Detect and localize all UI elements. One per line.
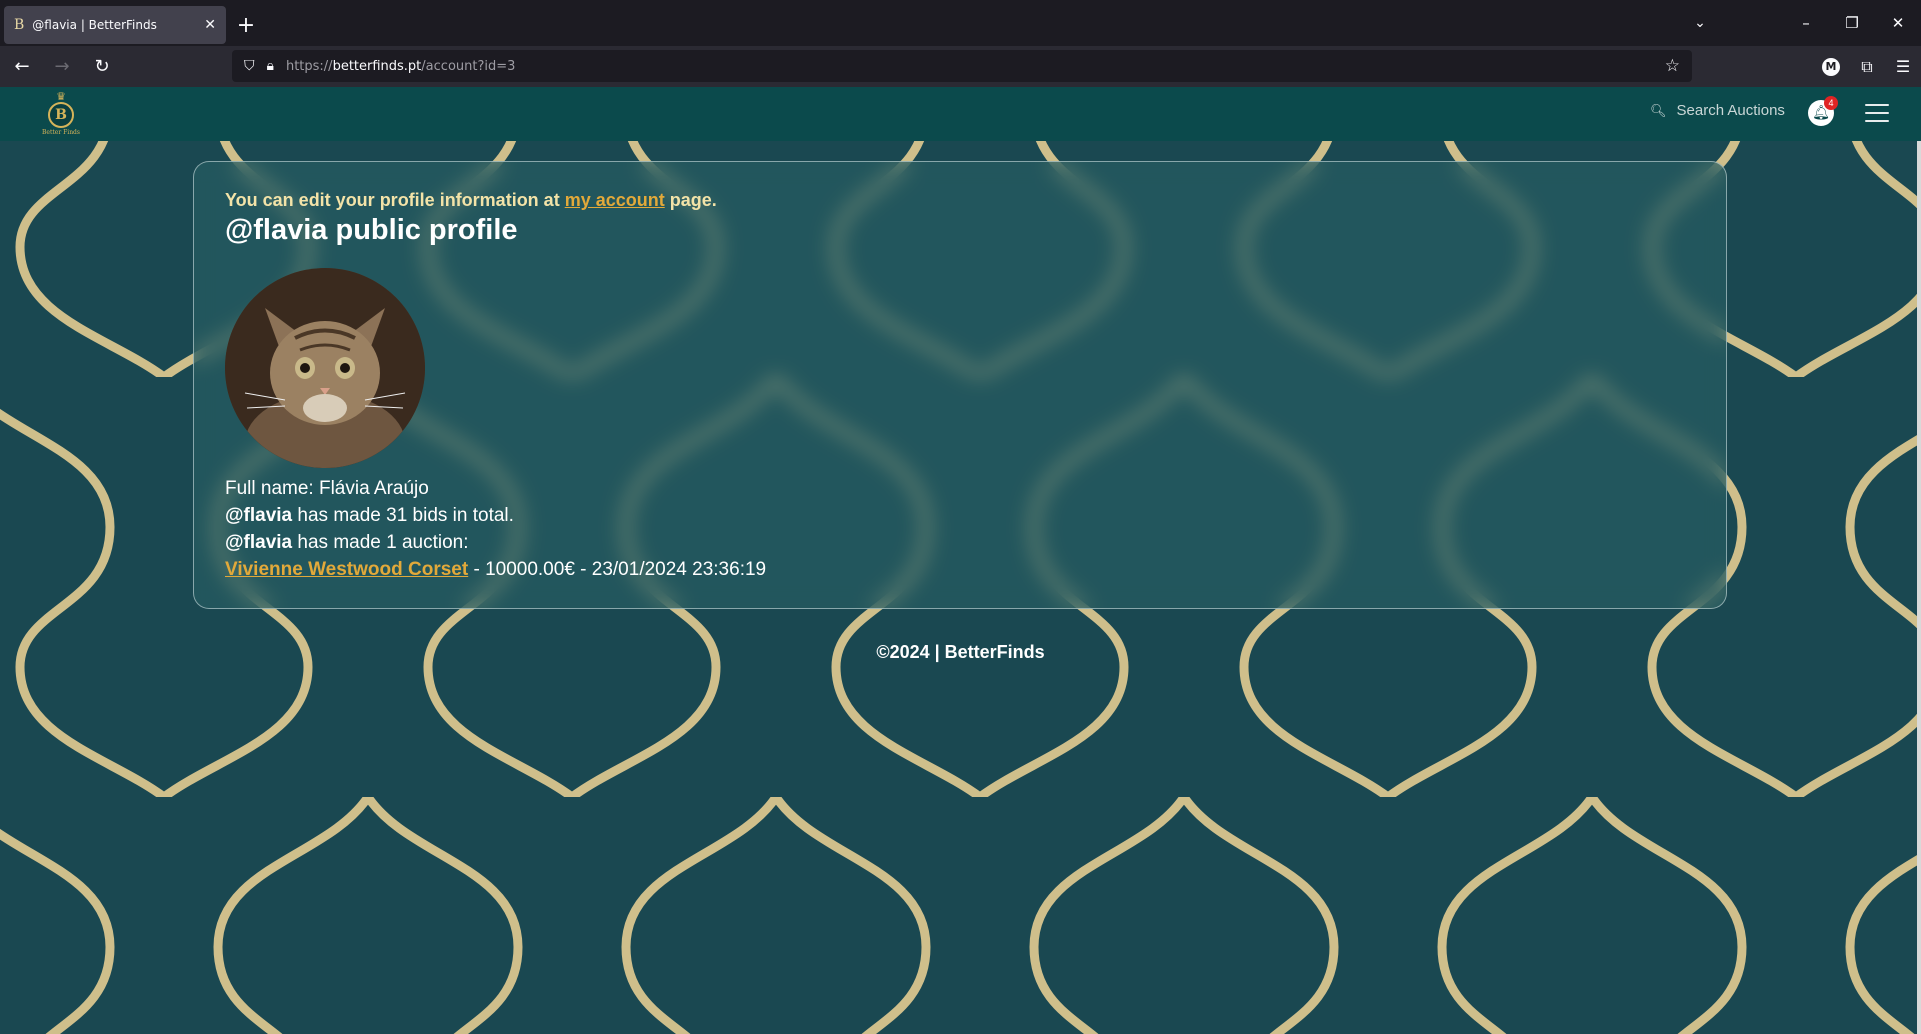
bids-username: @flavia (225, 505, 293, 526)
close-tab-icon[interactable]: ✕ (204, 17, 216, 33)
bookmark-star-icon[interactable]: ☆ (1665, 56, 1680, 76)
close-window-icon[interactable]: ✕ (1875, 14, 1921, 32)
minimize-icon[interactable]: – (1783, 14, 1829, 32)
auctions-text: has made 1 auction: (292, 532, 469, 553)
url-scheme: https:// (285, 58, 333, 74)
site-header: ♛ B Better Finds 🔍︎ Search Auctions 🔔︎ 4 (0, 87, 1921, 141)
site-logo[interactable]: ♛ B Better Finds (34, 91, 88, 137)
auction-item: Vivienne Westwood Corset - 10000.00€ - 2… (225, 559, 766, 581)
back-arrow-icon[interactable]: ← (4, 51, 40, 83)
page-scrollbar[interactable] (1917, 87, 1921, 1034)
profile-title: @flavia public profile (225, 214, 518, 246)
notification-count-badge: 4 (1824, 96, 1838, 110)
page-viewport: ♛ B Better Finds 🔍︎ Search Auctions 🔔︎ 4… (0, 87, 1921, 1034)
full-name-label: Full name: (225, 478, 319, 499)
search-label: Search Auctions (1676, 102, 1785, 119)
url-host: betterfinds.pt (332, 58, 422, 74)
search-auctions-link[interactable]: 🔍︎ Search Auctions (1650, 102, 1785, 119)
bids-text: has made 31 bids in total. (292, 505, 514, 526)
auctions-username: @flavia (225, 532, 293, 553)
site-favicon-icon: B (14, 17, 25, 33)
full-name-line: Full name: Flávia Araújo (225, 478, 429, 500)
crown-icon: ♛ (56, 90, 66, 103)
lock-icon[interactable]: 🔒︎ (267, 58, 274, 74)
bids-line: @flavia has made 31 bids in total. (225, 505, 514, 527)
full-name-value: Flávia Araújo (318, 478, 429, 499)
browser-tab-bar: B @flavia | BetterFinds ✕ + ⌄ – ❐ ✕ (0, 0, 1921, 46)
browser-nav-bar: ← → ↻ ⛉ 🔒︎ https://betterfinds.pt/accoun… (0, 46, 1921, 87)
profile-card: You can edit your profile information at… (193, 161, 1727, 609)
app-menu-icon[interactable]: ☰ (1885, 57, 1921, 76)
forward-arrow-icon[interactable]: → (44, 51, 80, 83)
my-account-link[interactable]: my account (565, 190, 665, 210)
search-icon: 🔍︎ (1650, 102, 1667, 118)
shield-icon[interactable]: ⛉ (244, 58, 255, 74)
new-tab-button[interactable]: + (226, 6, 266, 44)
url-path: /account?id=3 (421, 58, 516, 74)
extensions-puzzle-icon[interactable]: ⧉ (1849, 57, 1885, 77)
auctions-line: @flavia has made 1 auction: (225, 532, 469, 554)
auction-link[interactable]: Vivienne Westwood Corset (225, 559, 468, 580)
edit-profile-note: You can edit your profile information at… (225, 190, 717, 211)
edit-note-suffix: page. (664, 190, 717, 210)
site-footer: ©2024 | BetterFinds (876, 642, 1045, 662)
cat-photo-icon (225, 268, 425, 468)
profile-avatar (225, 268, 425, 468)
address-bar[interactable]: ⛉ 🔒︎ https://betterfinds.pt/account?id=3… (232, 50, 1692, 82)
hamburger-menu-icon[interactable] (1865, 104, 1889, 122)
auction-details: - 10000.00€ - 23/01/2024 23:36:19 (468, 559, 767, 580)
logo-badge: B (48, 102, 74, 128)
edit-note-prefix: You can edit your profile information at (225, 190, 565, 210)
logo-wordmark: Better Finds (42, 129, 80, 136)
account-avatar-icon[interactable]: M (1822, 57, 1840, 76)
reload-icon[interactable]: ↻ (84, 51, 120, 83)
restore-icon[interactable]: ❐ (1829, 14, 1875, 32)
browser-tab[interactable]: B @flavia | BetterFinds ✕ (4, 6, 226, 44)
tab-title: @flavia | BetterFinds (32, 18, 157, 32)
tab-list-chevron-down-icon[interactable]: ⌄ (1677, 15, 1723, 31)
